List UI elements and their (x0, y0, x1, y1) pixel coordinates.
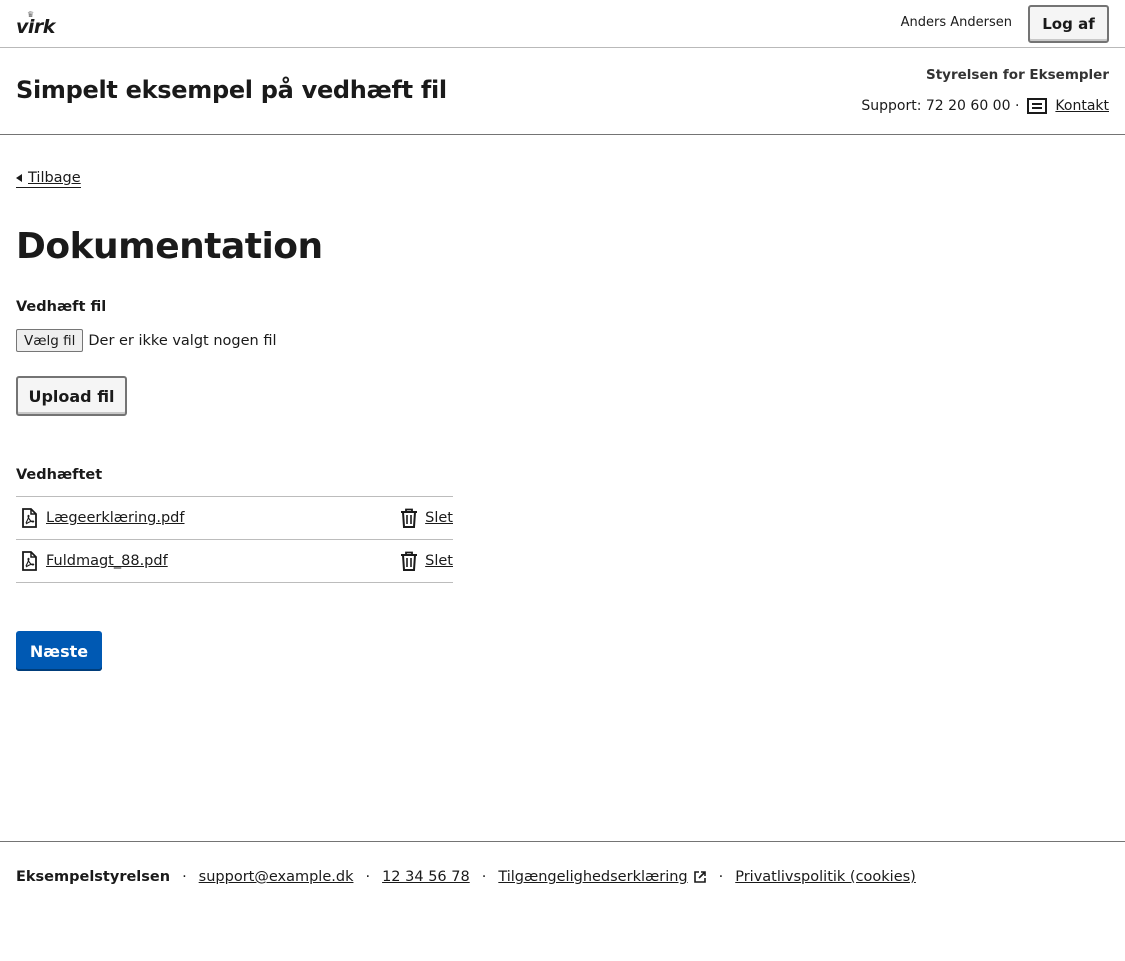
attached-file-list: Lægeerklæring.pdf Slet Fuldmagt_88.pdf S… (16, 496, 453, 583)
external-link-icon (693, 871, 706, 883)
pdf-file-icon (22, 551, 37, 571)
choose-file-button[interactable]: Vælg fil (16, 329, 84, 352)
message-icon (1027, 98, 1048, 114)
back-label: Tilbage (28, 170, 81, 186)
footer-email-link[interactable]: support@example.dk (199, 869, 354, 885)
logout-button[interactable]: Log af (1028, 5, 1109, 43)
top-bar: ♛ virk Anders Andersen Log af (0, 0, 1125, 48)
site-header: Simpelt eksempel på vedhæft fil Styrelse… (0, 48, 1125, 135)
file-link[interactable]: Lægeerklæring.pdf (46, 510, 185, 526)
list-item: Lægeerklæring.pdf Slet (16, 497, 453, 540)
user-name: Anders Andersen (900, 15, 1012, 30)
delete-link[interactable]: Slet (425, 553, 453, 569)
upload-button[interactable]: Upload fil (16, 376, 127, 416)
footer-phone-link[interactable]: 12 34 56 78 (382, 869, 470, 885)
separator: · (718, 869, 724, 885)
back-link[interactable]: Tilbage (16, 170, 81, 188)
back-arrow-icon (16, 174, 22, 182)
separator: · (182, 869, 187, 885)
page-heading: Dokumentation (16, 226, 323, 267)
logo-text: virk (16, 16, 55, 38)
site-footer: Eksempelstyrelsen · support@example.dk ·… (0, 841, 1125, 961)
pdf-file-icon (22, 508, 37, 528)
delete-action[interactable]: Slet (399, 551, 453, 571)
footer-links: Eksempelstyrelsen · support@example.dk ·… (16, 869, 916, 885)
next-button[interactable]: Næste (16, 631, 102, 671)
separator: · (481, 869, 487, 885)
footer-accessibility-link[interactable]: Tilgængelighedserklæring (498, 869, 687, 885)
file-status: Der er ikke valgt nogen fil (88, 332, 277, 349)
file-link[interactable]: Fuldmagt_88.pdf (46, 553, 168, 569)
attached-file: Lægeerklæring.pdf (16, 507, 185, 529)
footer-privacy-link[interactable]: Privatlivspolitik (cookies) (735, 869, 916, 885)
delete-action[interactable]: Slet (399, 508, 453, 528)
attached-heading: Vedhæftet (16, 467, 103, 483)
support-text: Support: 72 20 60 00 · (861, 98, 1020, 114)
trash-icon (401, 508, 418, 528)
authority-name: Styrelsen for Eksempler (926, 67, 1109, 83)
contact-link[interactable]: Kontakt (1055, 98, 1109, 114)
footer-org-name: Eksempelstyrelsen (16, 869, 171, 885)
separator: · (365, 869, 371, 885)
file-input[interactable]: Vælg fil Der er ikke valgt nogen fil (16, 329, 276, 352)
delete-link[interactable]: Slet (425, 510, 453, 526)
list-item: Fuldmagt_88.pdf Slet (16, 540, 453, 583)
site-title: Simpelt eksempel på vedhæft fil (16, 76, 447, 104)
file-field-label: Vedhæft fil (16, 299, 107, 315)
support-info: Support: 72 20 60 00 · Kontakt (861, 98, 1109, 114)
attached-file: Fuldmagt_88.pdf (16, 550, 168, 572)
virk-logo[interactable]: ♛ virk (16, 10, 56, 40)
trash-icon (401, 551, 418, 571)
